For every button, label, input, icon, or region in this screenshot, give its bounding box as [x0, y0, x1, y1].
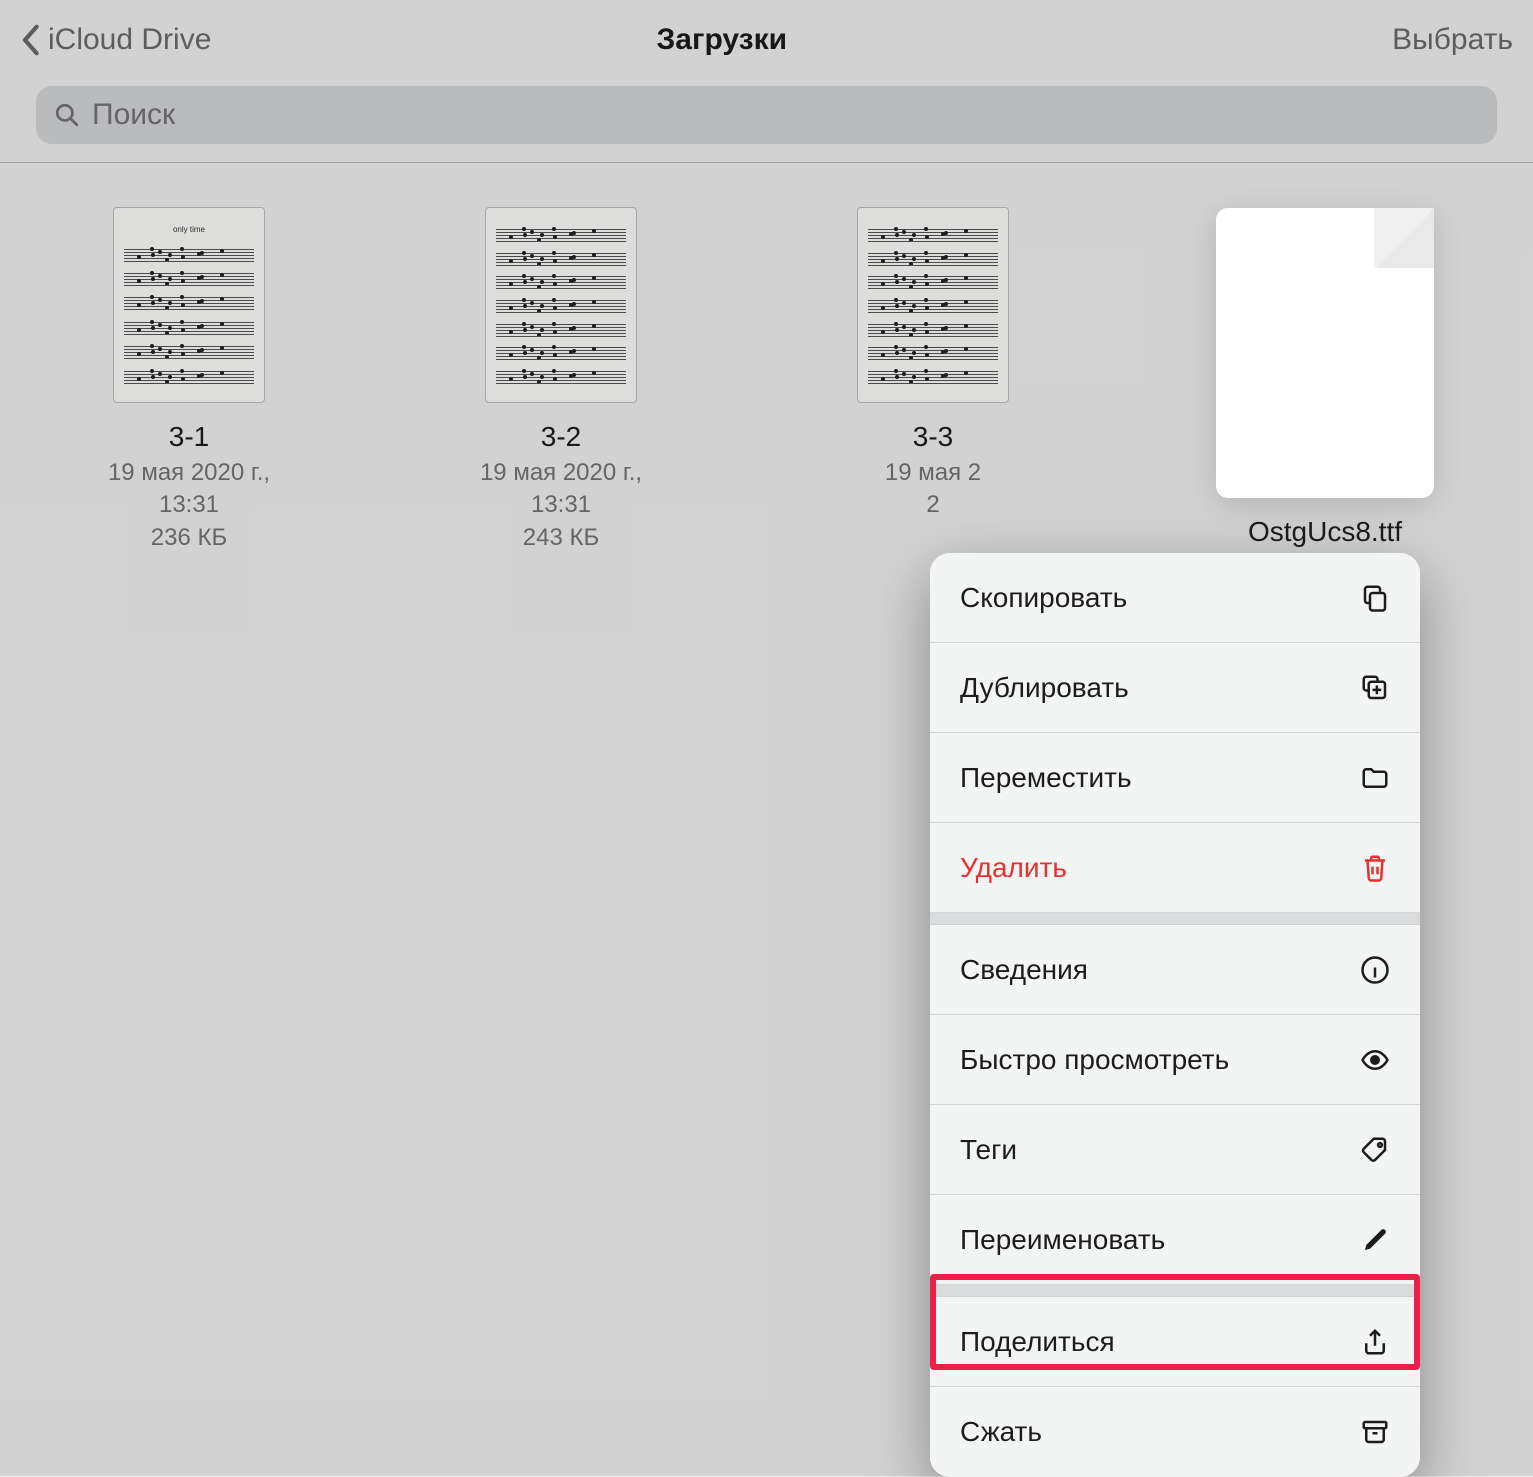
- page-title: Загрузки: [51, 23, 1392, 57]
- trash-icon: [1360, 853, 1390, 883]
- menu-tags[interactable]: Теги: [930, 1105, 1420, 1195]
- search-wrap: Поиск: [0, 80, 1533, 162]
- pencil-icon: [1360, 1225, 1390, 1255]
- file-date: 19 мая 2020 г., 13:31: [452, 457, 670, 522]
- thumb-title: only time: [124, 225, 254, 234]
- search-placeholder: Поиск: [92, 98, 175, 132]
- menu-separator: [930, 913, 1420, 925]
- file-size: 2: [824, 489, 1042, 521]
- share-icon: [1360, 1327, 1390, 1357]
- menu-label: Скопировать: [960, 582, 1127, 614]
- menu-copy[interactable]: Скопировать: [930, 553, 1420, 643]
- archive-icon: [1360, 1417, 1390, 1447]
- menu-rename[interactable]: Переименовать: [930, 1195, 1420, 1285]
- copy-icon: [1360, 583, 1390, 613]
- select-button[interactable]: Выбрать: [1392, 23, 1513, 57]
- menu-label: Сведения: [960, 954, 1088, 986]
- search-input[interactable]: Поиск: [36, 86, 1497, 144]
- menu-compress[interactable]: Сжать: [930, 1387, 1420, 1477]
- menu-share[interactable]: Поделиться: [930, 1297, 1420, 1387]
- menu-info[interactable]: Сведения: [930, 925, 1420, 1015]
- folder-icon: [1360, 763, 1390, 793]
- tag-icon: [1360, 1135, 1390, 1165]
- menu-move[interactable]: Переместить: [930, 733, 1420, 823]
- duplicate-icon: [1360, 673, 1390, 703]
- file-name: 3-2: [452, 421, 670, 453]
- menu-label: Поделиться: [960, 1326, 1115, 1358]
- page-fold-icon: [1374, 208, 1434, 268]
- menu-quicklook[interactable]: Быстро просмотреть: [930, 1015, 1420, 1105]
- file-name: 3-1: [80, 421, 298, 453]
- search-icon: [54, 102, 80, 128]
- menu-label: Теги: [960, 1134, 1017, 1166]
- menu-label: Переместить: [960, 762, 1132, 794]
- file-date: 19 мая 2: [824, 457, 1042, 489]
- file-size: 236 КБ: [80, 522, 298, 554]
- file-date: 19 мая 2020 г., 13:31: [80, 457, 298, 522]
- file-size: 243 КБ: [452, 522, 670, 554]
- file-item[interactable]: only time 3-1 19 мая 2020 г., 13:31 236 …: [80, 207, 298, 554]
- menu-label: Дублировать: [960, 672, 1129, 704]
- file-thumbnail-generic: [1216, 208, 1434, 498]
- menu-duplicate[interactable]: Дублировать: [930, 643, 1420, 733]
- file-thumbnail: only time: [113, 207, 265, 403]
- file-item[interactable]: 3-3 19 мая 2 2: [824, 207, 1042, 554]
- info-icon: [1360, 955, 1390, 985]
- menu-separator: [930, 1285, 1420, 1297]
- file-item-selected[interactable]: OstgUcs8.ttf: [1216, 208, 1434, 552]
- menu-delete[interactable]: Удалить: [930, 823, 1420, 913]
- menu-label: Удалить: [960, 852, 1067, 884]
- menu-label: Быстро просмотреть: [960, 1044, 1229, 1076]
- eye-icon: [1360, 1045, 1390, 1075]
- chevron-left-icon: [20, 23, 40, 57]
- file-item[interactable]: 3-2 19 мая 2020 г., 13:31 243 КБ: [452, 207, 670, 554]
- file-thumbnail: [857, 207, 1009, 403]
- nav-bar: iCloud Drive Загрузки Выбрать: [0, 0, 1533, 80]
- file-name: 3-3: [824, 421, 1042, 453]
- file-thumbnail: [485, 207, 637, 403]
- menu-label: Сжать: [960, 1416, 1042, 1448]
- file-name: OstgUcs8.ttf: [1216, 516, 1434, 548]
- context-menu: Скопировать Дублировать Переместить Удал…: [930, 553, 1420, 1477]
- menu-label: Переименовать: [960, 1224, 1165, 1256]
